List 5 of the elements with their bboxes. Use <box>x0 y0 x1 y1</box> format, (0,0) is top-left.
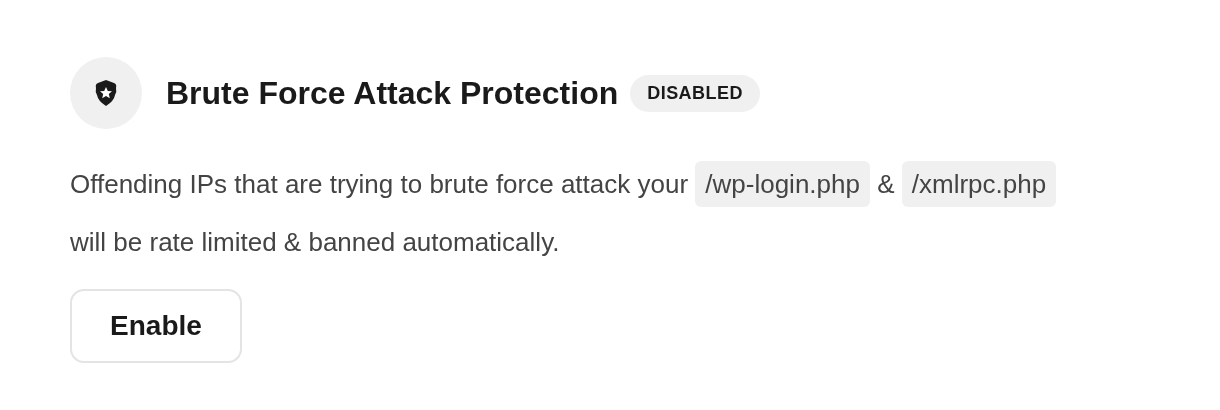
status-badge: DISABLED <box>630 74 760 112</box>
feature-title: Brute Force Attack Protection <box>166 74 619 113</box>
shield-star-icon <box>94 79 118 107</box>
enable-button[interactable]: Enable <box>70 289 242 363</box>
feature-description: Offending IPs that are trying to brute force attack your /wp-login.php & /xmlrpc.php will be rate limited & banned automatically. <box>70 155 1080 271</box>
